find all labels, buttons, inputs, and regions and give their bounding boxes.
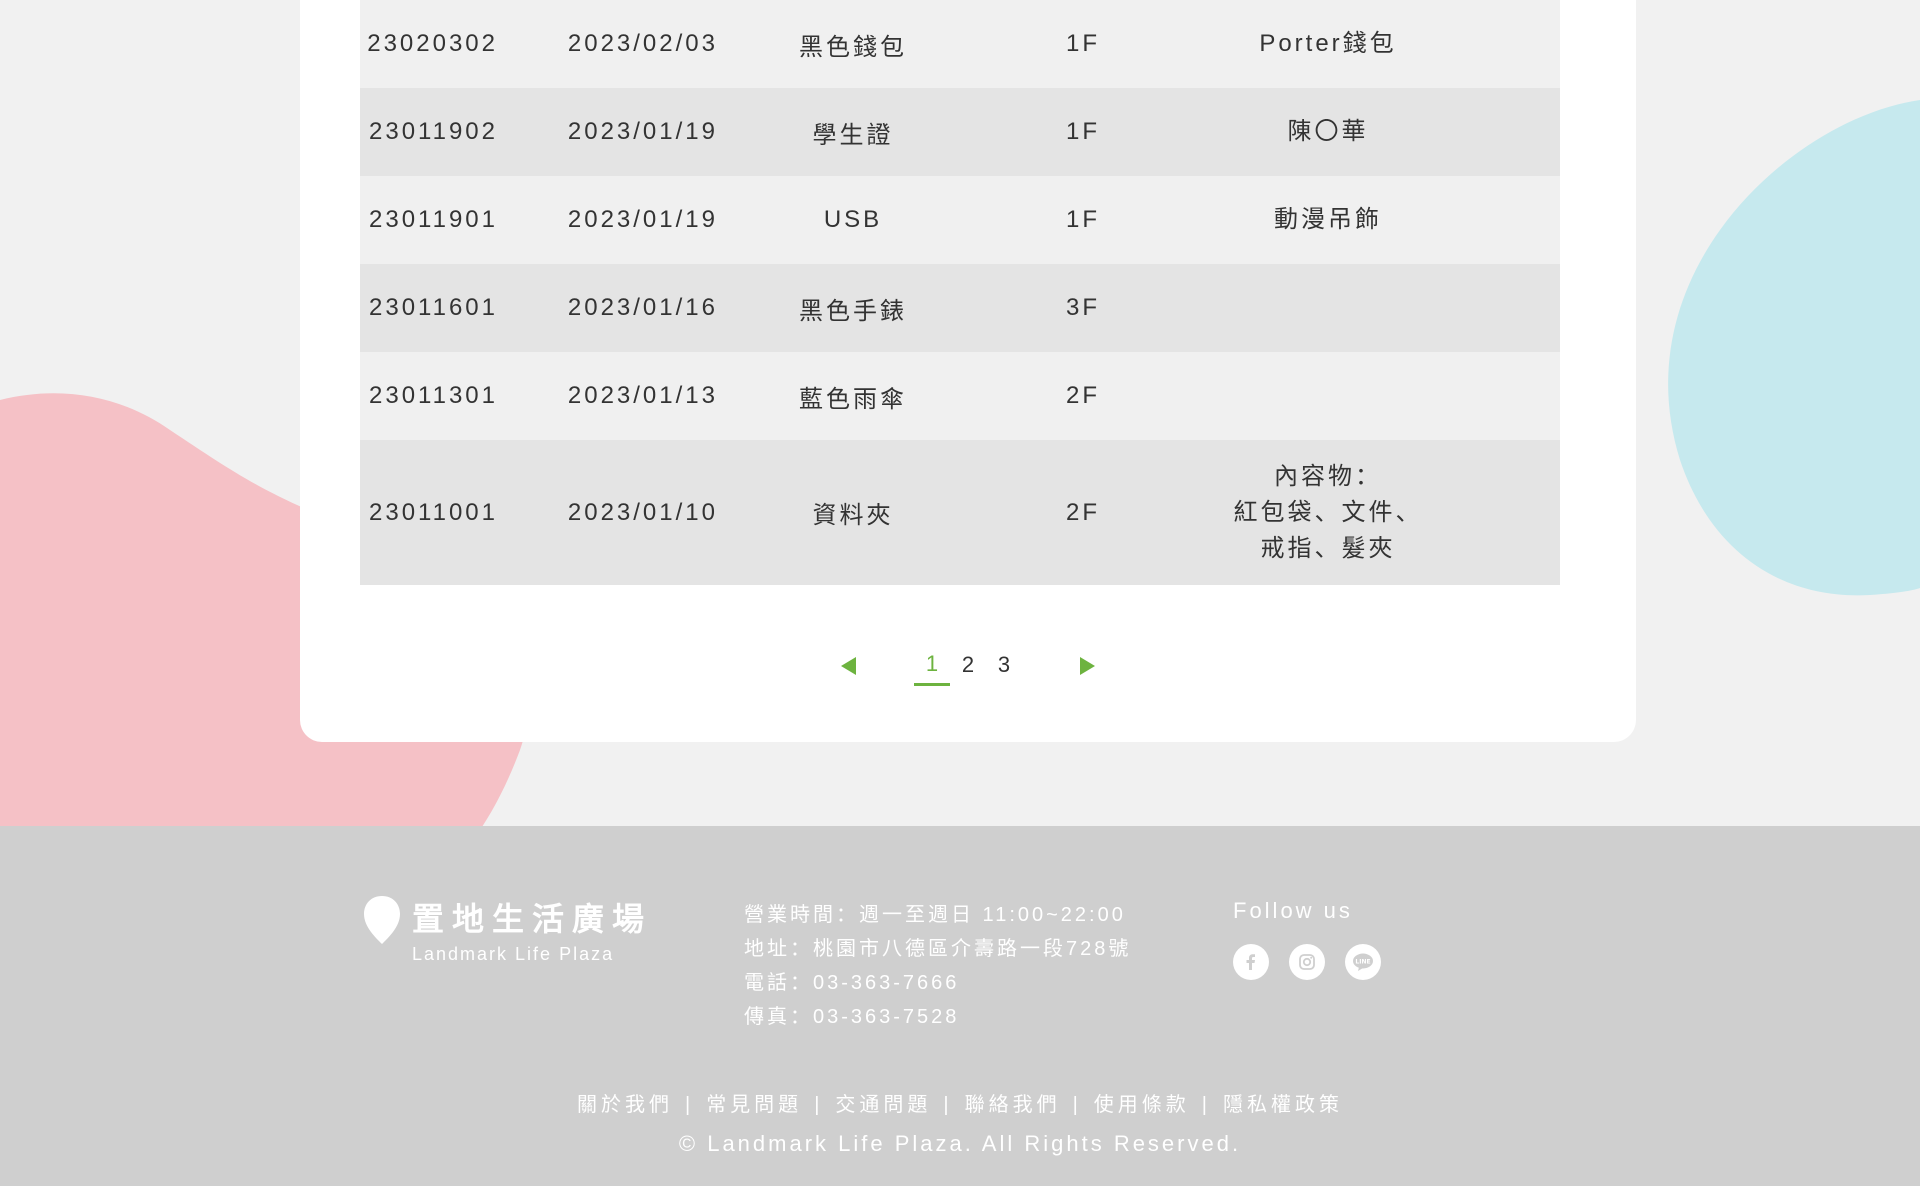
pagination: 1 2 3	[300, 648, 1636, 688]
item-date: 2023/01/16	[567, 294, 718, 321]
line-icon[interactable]: LINE	[1345, 944, 1381, 980]
item-note: 內容物： 紅包袋、文件、 戒指、髮夾	[1228, 459, 1428, 567]
item-name: USB	[823, 206, 883, 233]
footer-link-faq[interactable]: 常見問題	[706, 1094, 802, 1116]
item-name: 黑色錢包	[799, 33, 907, 61]
item-date: 2023/02/03	[567, 30, 718, 57]
item-floor: 1F	[1065, 118, 1100, 145]
table-row: 23011902 2023/01/19 學生證 1F 陳〇華	[360, 88, 1560, 176]
link-separator: |	[684, 1094, 695, 1116]
lost-found-card: 23020302 2023/02/03 黑色錢包 1F Porter錢包 230…	[300, 0, 1636, 742]
table-row: 23011901 2023/01/19 USB 1F 動漫吊飾	[360, 176, 1560, 264]
footer-link-about[interactable]: 關於我們	[577, 1094, 673, 1116]
note-line: 內容物：	[1274, 462, 1382, 490]
prev-page-arrow-icon[interactable]	[841, 657, 856, 675]
item-floor: 1F	[1065, 206, 1100, 233]
item-id: 23011601	[369, 294, 498, 321]
table-row: 23011301 2023/01/13 藍色雨傘 2F	[360, 352, 1560, 440]
item-note: 陳〇華	[1287, 118, 1369, 145]
page-2-link[interactable]: 2	[950, 652, 986, 684]
svg-text:LINE: LINE	[1355, 959, 1370, 966]
site-footer: 置地生活廣場 Landmark Life Plaza 營業時間：週一至週日 11…	[0, 826, 1920, 1186]
item-date: 2023/01/10	[567, 498, 718, 526]
table-row: 23011601 2023/01/16 黑色手錶 3F	[360, 264, 1560, 352]
item-note: Porter錢包	[1259, 30, 1397, 57]
item-name: 學生證	[812, 121, 894, 149]
logo-english-name: Landmark Life Plaza	[412, 944, 615, 964]
item-id: 23020302	[367, 30, 498, 57]
footer-link-terms[interactable]: 使用條款	[1094, 1094, 1190, 1116]
footer-link-contact[interactable]: 聯絡我們	[965, 1094, 1061, 1116]
link-separator: |	[814, 1094, 824, 1116]
link-separator: |	[1072, 1094, 1082, 1116]
note-line: 紅包袋、文件、	[1233, 498, 1423, 526]
site-logo[interactable]: 置地生活廣場 Landmark Life Plaza	[362, 894, 652, 965]
item-name: 資料夾	[812, 502, 894, 529]
page-1-link[interactable]: 1	[914, 651, 950, 686]
table-row: 23011001 2023/01/10 資料夾 2F 內容物： 紅包袋、文件、 …	[360, 440, 1560, 585]
item-floor: 2F	[1065, 498, 1100, 526]
table-row: 23020302 2023/02/03 黑色錢包 1F Porter錢包	[360, 0, 1560, 88]
footer-links: 關於我們 | 常見問題 | 交通問題 | 聯絡我們 | 使用條款 | 隱私權政策	[0, 1088, 1920, 1117]
item-floor: 3F	[1065, 294, 1100, 321]
follow-us-label: Follow us	[1233, 898, 1353, 923]
address: 地址：桃園市八德區介壽路一段728號	[744, 938, 1132, 960]
item-id: 23011902	[369, 118, 498, 145]
opening-hours: 營業時間：週一至週日 11:00~22:00	[744, 904, 1126, 926]
item-name: 藍色雨傘	[799, 385, 907, 413]
item-date: 2023/01/19	[567, 206, 718, 233]
logo-text: 置地生活廣場 Landmark Life Plaza	[412, 894, 652, 965]
next-page-arrow-icon[interactable]	[1080, 657, 1095, 675]
item-note: 動漫吊飾	[1274, 206, 1382, 233]
fax: 傳真：03-363-7528	[744, 1006, 960, 1028]
lost-items-table: 23020302 2023/02/03 黑色錢包 1F Porter錢包 230…	[360, 0, 1560, 585]
footer-link-transport[interactable]: 交通問題	[835, 1094, 931, 1116]
page-3-link[interactable]: 3	[986, 652, 1022, 684]
location-pin-icon	[364, 896, 400, 944]
footer-link-privacy[interactable]: 隱私權政策	[1223, 1094, 1343, 1116]
link-separator: |	[943, 1094, 953, 1116]
item-id: 23011001	[369, 498, 498, 526]
instagram-icon[interactable]	[1289, 944, 1325, 980]
item-id: 23011901	[369, 206, 498, 233]
item-name: 黑色手錶	[799, 297, 907, 325]
item-floor: 2F	[1065, 382, 1100, 409]
link-separator: |	[1201, 1094, 1211, 1116]
note-line: 戒指、髮夾	[1260, 534, 1396, 562]
item-date: 2023/01/13	[567, 382, 718, 409]
item-floor: 1F	[1065, 30, 1100, 57]
logo-chinese-name: 置地生活廣場	[412, 901, 653, 937]
contact-info: 營業時間：週一至週日 11:00~22:00 地址：桃園市八德區介壽路一段728…	[744, 898, 1131, 1034]
phone: 電話：03-363-7666	[744, 972, 960, 994]
item-date: 2023/01/19	[567, 118, 718, 145]
facebook-icon[interactable]	[1233, 944, 1269, 980]
follow-us: Follow us LINE	[1233, 898, 1381, 980]
item-id: 23011301	[369, 382, 498, 409]
copyright: © Landmark Life Plaza. All Rights Reserv…	[678, 1131, 1242, 1156]
blue-decor-blob	[1660, 90, 1920, 620]
social-links: LINE	[1233, 944, 1381, 980]
